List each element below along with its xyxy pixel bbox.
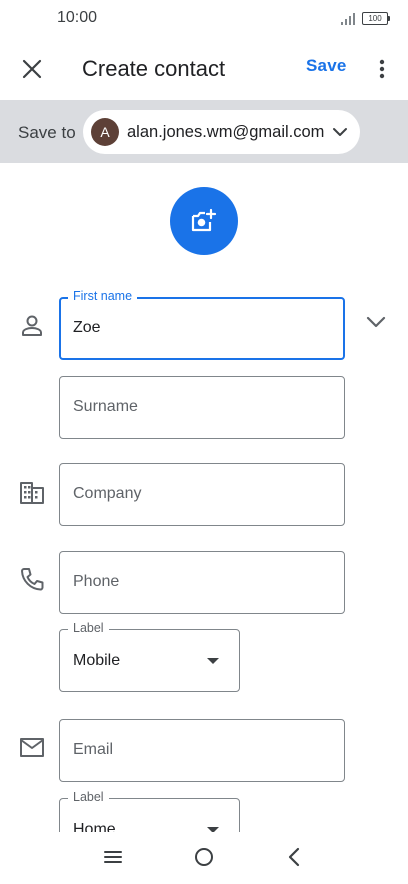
account-bar: Save to A alan.jones.wm@gmail.com bbox=[0, 100, 408, 163]
first-name-value: Zoe bbox=[73, 319, 101, 336]
system-nav-bar bbox=[0, 832, 408, 884]
business-icon bbox=[20, 482, 44, 504]
surname-field[interactable]: Surname bbox=[59, 376, 345, 439]
add-photo-icon bbox=[191, 208, 217, 232]
phone-field[interactable]: Phone bbox=[59, 551, 345, 614]
nav-home-icon[interactable] bbox=[194, 847, 214, 867]
expand-more-icon[interactable] bbox=[362, 308, 390, 336]
account-email: alan.jones.wm@gmail.com bbox=[127, 123, 325, 141]
account-selector[interactable]: A alan.jones.wm@gmail.com bbox=[83, 110, 360, 154]
dropdown-arrow-icon bbox=[207, 658, 219, 664]
email-icon bbox=[20, 738, 44, 757]
app-bar: Create contact Save bbox=[0, 38, 408, 100]
battery-level: 100 bbox=[368, 14, 382, 23]
company-field[interactable]: Company bbox=[59, 463, 345, 526]
email-field[interactable]: Email bbox=[59, 719, 345, 782]
close-icon bbox=[22, 59, 42, 79]
save-to-label: Save to bbox=[18, 123, 76, 142]
more-vert-icon bbox=[379, 59, 385, 79]
company-placeholder: Company bbox=[73, 485, 142, 502]
avatar: A bbox=[91, 118, 119, 146]
phone-label-select[interactable]: Label Mobile bbox=[59, 621, 240, 692]
status-time: 10:00 bbox=[57, 9, 98, 26]
save-button[interactable]: Save bbox=[306, 56, 347, 76]
nav-menu-icon[interactable] bbox=[104, 850, 122, 864]
email-label-caption: Label bbox=[68, 790, 109, 804]
signal-icon bbox=[341, 13, 355, 25]
email-placeholder: Email bbox=[73, 741, 114, 758]
add-photo-button[interactable] bbox=[170, 187, 238, 255]
close-button[interactable] bbox=[14, 51, 50, 87]
first-name-label: First name bbox=[68, 289, 138, 303]
page-title: Create contact bbox=[82, 56, 226, 81]
status-bar: 10:00 100 bbox=[0, 0, 408, 38]
first-name-field[interactable]: First name Zoe bbox=[59, 289, 345, 360]
surname-placeholder: Surname bbox=[73, 398, 138, 415]
battery-icon: 100 bbox=[362, 12, 390, 25]
more-options-button[interactable] bbox=[370, 53, 394, 85]
phone-placeholder: Phone bbox=[73, 573, 120, 590]
phone-label-value: Mobile bbox=[73, 652, 121, 669]
chevron-down-icon bbox=[333, 128, 347, 136]
person-icon bbox=[22, 315, 42, 336]
phone-icon bbox=[21, 568, 44, 591]
nav-back-icon[interactable] bbox=[286, 846, 302, 868]
phone-label-caption: Label bbox=[68, 621, 109, 635]
